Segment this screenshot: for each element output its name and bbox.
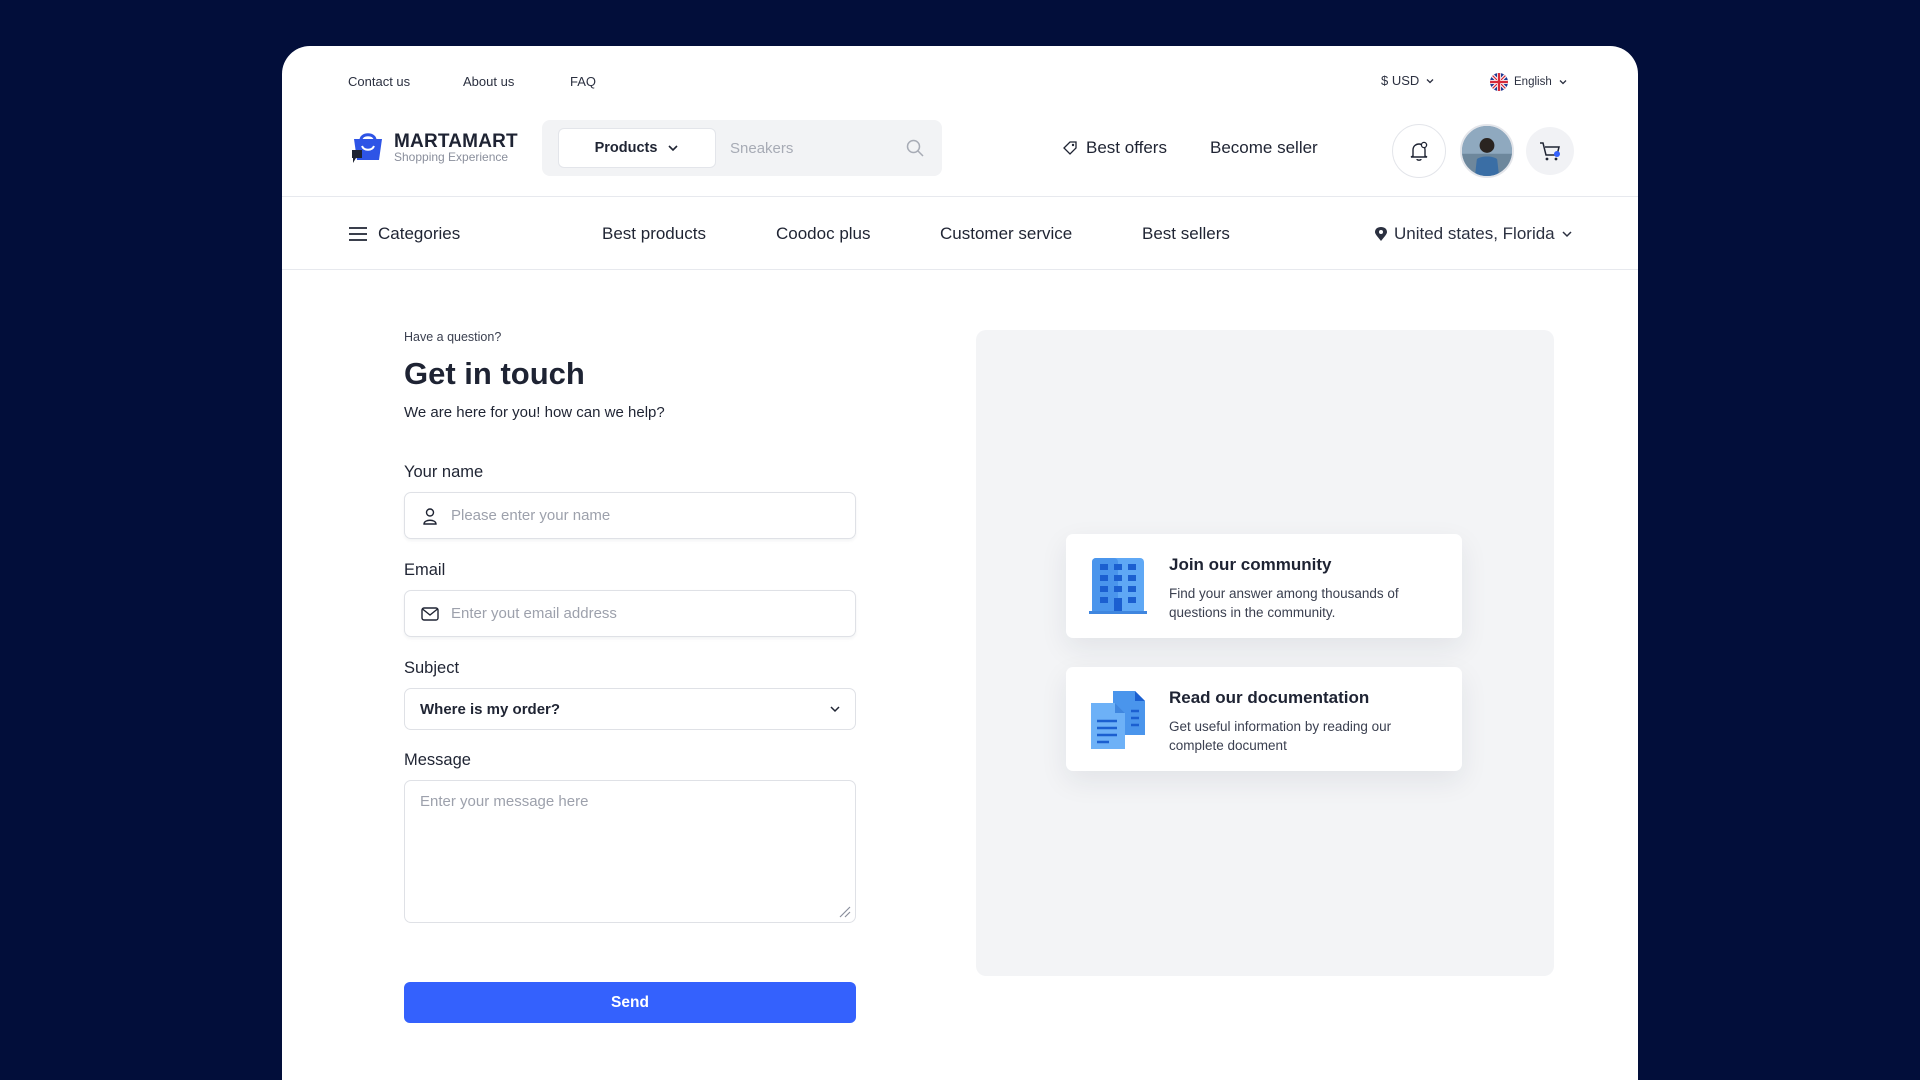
become-seller-link[interactable]: Become seller (1210, 138, 1318, 158)
shopping-bag-logo-icon (352, 133, 382, 163)
logo[interactable]: MARTAMART Shopping Experience (348, 128, 518, 168)
categories-menu[interactable]: Categories (348, 224, 460, 244)
resize-handle-icon[interactable] (837, 904, 851, 918)
community-description: Find your answer among thousands of ques… (1169, 586, 1399, 620)
language-label: English (1514, 76, 1552, 88)
nav-best-products[interactable]: Best products (602, 224, 706, 244)
avatar-photo (1462, 126, 1512, 176)
nav-customer-service[interactable]: Customer service (940, 224, 1072, 244)
building-icon (1089, 558, 1147, 614)
bell-icon (1410, 141, 1428, 161)
about-us-link[interactable]: About us (463, 74, 514, 89)
documentation-title: Read our documentation (1169, 688, 1370, 707)
chevron-down-icon (1559, 80, 1567, 85)
language-selector[interactable]: English (1490, 73, 1568, 91)
user-avatar[interactable] (1460, 124, 1514, 178)
logo-tagline: Shopping Experience (394, 149, 509, 164)
header-divider (282, 196, 1638, 197)
location-label: United states, Florida (1394, 224, 1555, 243)
best-offers-link[interactable]: Best offers (1062, 138, 1167, 158)
user-icon (423, 507, 437, 525)
nav-divider (282, 269, 1638, 270)
subject-select[interactable]: Where is my order? (404, 688, 856, 730)
chevron-down-icon (830, 706, 840, 713)
notifications-button[interactable] (1392, 124, 1446, 178)
nav-best-sellers[interactable]: Best sellers (1142, 224, 1230, 244)
subject-label: Subject (404, 659, 460, 677)
uk-flag-icon (1490, 73, 1508, 91)
currency-selector[interactable]: $ USD (1381, 73, 1435, 88)
chevron-down-icon (1426, 78, 1434, 83)
name-label: Your name (404, 463, 484, 481)
message-textarea[interactable] (405, 781, 855, 922)
community-title: Join our community (1169, 555, 1332, 574)
message-field[interactable] (404, 780, 856, 923)
page-title: Get in touch (404, 356, 585, 391)
logo-name: MARTAMART (394, 130, 518, 152)
envelope-icon (421, 606, 439, 621)
documentation-card[interactable]: Read our documentation Get useful inform… (1066, 667, 1462, 771)
nav-coodoc-plus[interactable]: Coodoc plus (776, 224, 871, 244)
message-label: Message (404, 751, 471, 769)
form-subtitle: We are here for you! how can we help? (404, 404, 665, 421)
name-input[interactable] (451, 507, 831, 524)
documents-icon (1091, 691, 1145, 749)
categories-label: Categories (378, 224, 461, 243)
name-field[interactable] (404, 492, 856, 539)
contact-form: Have a question? Get in touch We are her… (404, 330, 856, 1023)
currency-label: $ USD (1381, 73, 1420, 88)
category-dropdown[interactable]: Products (558, 128, 716, 168)
help-panel: Join our community Find your answer amon… (976, 330, 1554, 976)
app-window: Contact us About us FAQ $ USD English MA… (282, 46, 1638, 1080)
tag-icon (1063, 141, 1077, 155)
best-offers-label: Best offers (1086, 138, 1167, 157)
chevron-down-icon (668, 145, 678, 152)
cart-icon (1540, 142, 1560, 161)
cart-button[interactable] (1526, 127, 1574, 175)
search-icon[interactable] (905, 138, 925, 158)
contact-us-link[interactable]: Contact us (348, 74, 410, 89)
hamburger-menu-icon (349, 227, 367, 241)
chevron-down-icon (1562, 231, 1572, 238)
send-button[interactable]: Send (404, 982, 856, 1023)
category-label: Products (594, 140, 658, 156)
location-selector[interactable]: United states, Florida (1374, 224, 1573, 244)
search-input[interactable] (730, 128, 900, 168)
community-card[interactable]: Join our community Find your answer amon… (1066, 534, 1462, 638)
email-label: Email (404, 561, 446, 579)
email-input[interactable] (451, 605, 831, 622)
search-bar: Products (542, 120, 942, 176)
form-eyebrow: Have a question? (404, 330, 502, 344)
location-pin-icon (1375, 227, 1387, 241)
email-field[interactable] (404, 590, 856, 637)
top-bar: Contact us About us FAQ $ USD English (282, 46, 1638, 118)
documentation-description: Get useful information by reading our co… (1169, 719, 1392, 753)
subject-value: Where is my order? (420, 700, 561, 718)
faq-link[interactable]: FAQ (570, 74, 596, 89)
